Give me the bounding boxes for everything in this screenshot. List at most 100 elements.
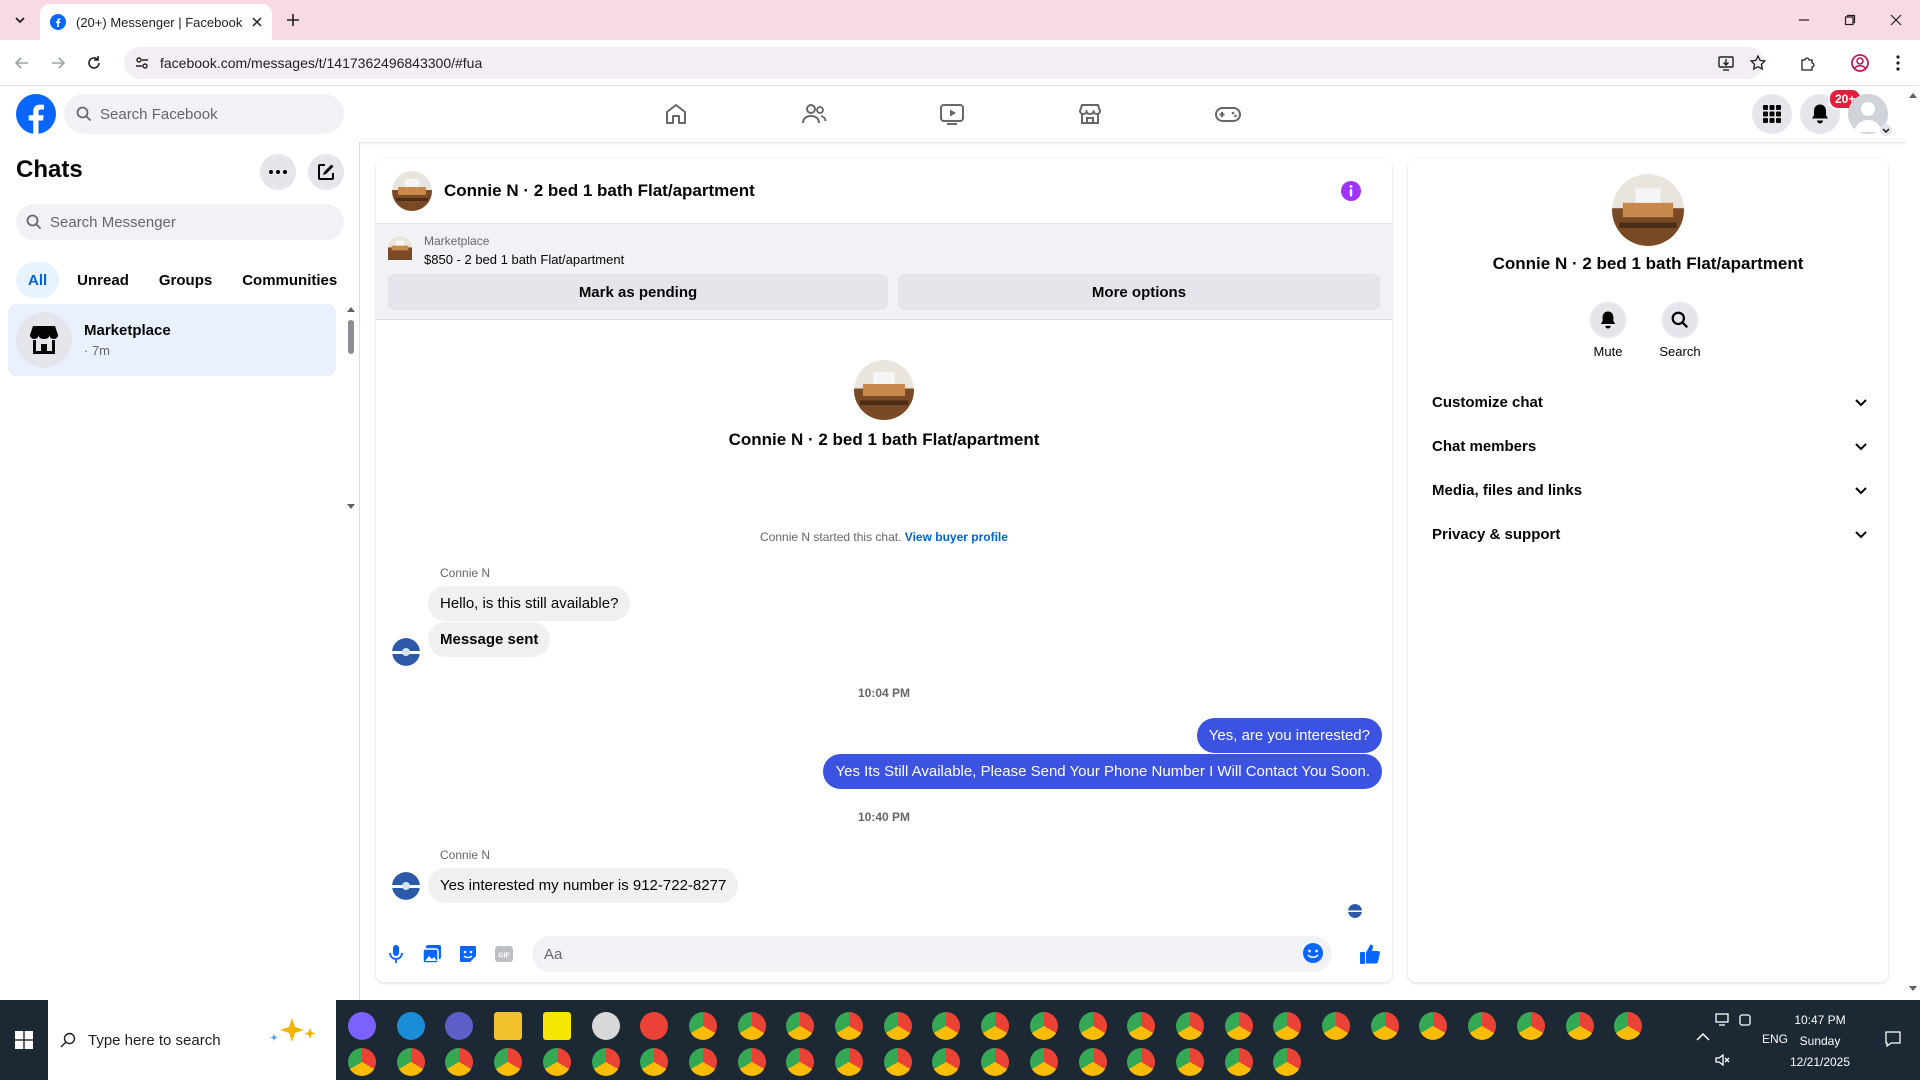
listing-avatar[interactable] [392, 170, 432, 211]
filter-tab-all[interactable]: All [16, 262, 60, 298]
message-input[interactable] [544, 945, 1332, 963]
intro-avatar[interactable] [854, 360, 914, 420]
taskbar-chrome-profile-icon[interactable] [688, 1012, 717, 1040]
menu-button[interactable] [1752, 94, 1792, 134]
sender-avatar[interactable] [392, 638, 420, 666]
taskbar-chrome-profile-icon[interactable] [932, 1048, 961, 1076]
mute-button[interactable]: Mute [1578, 302, 1638, 359]
taskbar-chrome-profile-icon[interactable] [1029, 1048, 1058, 1076]
chat-list-scrollbar[interactable] [344, 304, 358, 514]
taskbar-chrome-profile-icon[interactable] [1078, 1012, 1107, 1040]
network-icon[interactable] [1714, 1012, 1732, 1028]
forward-button[interactable] [46, 51, 70, 75]
taskbar-chrome-profile-icon[interactable] [1175, 1012, 1204, 1040]
site-info-icon[interactable] [134, 55, 150, 71]
taskbar-chrome-profile-icon[interactable] [494, 1048, 523, 1076]
view-buyer-profile-link[interactable]: View buyer profile [905, 530, 1008, 544]
taskbar-chrome-profile-icon[interactable] [688, 1048, 717, 1076]
taskbar-chrome-profile-icon[interactable] [883, 1048, 912, 1076]
messenger-search-box[interactable] [16, 204, 344, 240]
profile-button[interactable] [1848, 51, 1872, 75]
conversation-title[interactable]: Connie N · 2 bed 1 bath Flat/apartment [444, 181, 755, 201]
nav-marketplace[interactable] [1034, 94, 1146, 134]
taskbar-chrome-profile-icon[interactable] [883, 1012, 912, 1040]
new-message-button[interactable] [308, 154, 344, 190]
browser-tab[interactable]: (20+) Messenger | Facebook [40, 4, 272, 40]
incoming-message[interactable]: Hello, is this still available? [428, 586, 631, 621]
nav-friends[interactable] [758, 94, 870, 134]
taskbar-chrome-profile-icon[interactable] [1127, 1048, 1156, 1076]
taskbar-app2-icon[interactable] [591, 1012, 620, 1040]
send-like-button[interactable] [1358, 942, 1382, 966]
details-avatar[interactable] [1612, 174, 1684, 246]
taskbar-edge-icon[interactable] [396, 1012, 425, 1040]
taskbar-chrome-profile-icon[interactable] [981, 1048, 1010, 1076]
close-tab-icon[interactable] [252, 17, 262, 27]
scroll-up-icon[interactable] [347, 306, 355, 312]
chat-members-section[interactable]: Chat members [1416, 424, 1880, 468]
facebook-logo-icon[interactable] [16, 94, 56, 134]
conversation-info-button[interactable] [1340, 180, 1362, 202]
close-window-button[interactable] [1876, 6, 1916, 34]
taskbar-chrome-profile-icon[interactable] [786, 1048, 815, 1076]
taskbar-chrome-profile-icon[interactable] [640, 1048, 669, 1076]
taskbar-search-box[interactable]: Type here to search [48, 1000, 336, 1080]
incoming-message[interactable]: Message sent [428, 622, 551, 657]
taskbar-chrome-profile-icon[interactable] [1029, 1012, 1058, 1040]
taskbar-chrome-profile-icon[interactable] [1127, 1012, 1156, 1040]
taskbar-chrome-profile-icon[interactable] [737, 1048, 766, 1076]
sticker-button[interactable] [456, 942, 480, 966]
reload-button[interactable] [82, 51, 106, 75]
taskbar-explorer-icon[interactable] [494, 1012, 523, 1040]
outgoing-message[interactable]: Yes Its Still Available, Please Send You… [823, 754, 1382, 789]
taskbar-chrome-profile-icon[interactable] [591, 1048, 620, 1076]
browser-menu-button[interactable] [1886, 51, 1910, 75]
filter-tab-communities[interactable]: Communities [230, 262, 349, 298]
incoming-message[interactable]: Yes interested my number is 912-722-8277 [428, 868, 739, 903]
more-options-button[interactable]: More options [898, 274, 1380, 310]
bookmark-button[interactable] [1746, 51, 1770, 75]
taskbar-chrome-profile-icon[interactable] [1224, 1048, 1253, 1076]
meet-now-icon[interactable] [1738, 1012, 1752, 1028]
chats-options-button[interactable] [260, 154, 296, 190]
taskbar-chrome-profile-icon[interactable] [1370, 1012, 1399, 1040]
mark-as-pending-button[interactable]: Mark as pending [388, 274, 888, 310]
chevron-up-icon[interactable] [1696, 1032, 1710, 1042]
filter-tab-groups[interactable]: Groups [147, 262, 224, 298]
tab-search-button[interactable] [8, 8, 32, 32]
customize-chat-section[interactable]: Customize chat [1416, 380, 1880, 424]
message-input-box[interactable] [532, 936, 1332, 972]
scroll-up-icon[interactable] [1909, 92, 1917, 98]
page-scrollbar[interactable] [1906, 86, 1920, 1000]
listing-description[interactable]: $850 - 2 bed 1 bath Flat/apartment [424, 252, 624, 267]
nav-home[interactable] [620, 94, 732, 134]
taskbar-chrome-profile-icon[interactable] [737, 1012, 766, 1040]
taskbar-chrome-profile-icon[interactable] [835, 1048, 863, 1076]
facebook-search-box[interactable] [64, 94, 344, 134]
clock[interactable]: 10:47 PM Sunday 12/21/2025 [1780, 1010, 1860, 1073]
taskbar-chrome-profile-icon[interactable] [932, 1012, 961, 1040]
taskbar-chrome-profile-icon[interactable] [1224, 1012, 1253, 1040]
scroll-down-icon[interactable] [1909, 986, 1917, 992]
taskbar-chrome-profile-icon[interactable] [1516, 1012, 1545, 1040]
taskbar-chrome-profile-icon[interactable] [1175, 1048, 1204, 1076]
back-button[interactable] [10, 51, 34, 75]
voice-clip-button[interactable] [384, 942, 408, 966]
search-in-conversation-button[interactable]: Search [1650, 302, 1710, 359]
extensions-button[interactable] [1796, 51, 1820, 75]
taskbar-app-icon[interactable] [445, 1012, 474, 1040]
privacy-support-section[interactable]: Privacy & support [1416, 512, 1880, 556]
messenger-search-input[interactable] [50, 213, 320, 231]
chat-list-item[interactable]: Marketplace · 7m [8, 304, 336, 376]
taskbar-chrome-profile-icon[interactable] [1273, 1012, 1302, 1040]
taskbar-chrome-profile-icon[interactable] [1322, 1012, 1350, 1040]
taskbar-chrome-profile-icon[interactable] [348, 1048, 376, 1076]
notification-center-icon[interactable] [1884, 1030, 1902, 1048]
facebook-search-input[interactable] [100, 105, 320, 123]
scroll-down-icon[interactable] [347, 504, 355, 510]
taskbar-chrome-profile-icon[interactable] [1468, 1012, 1497, 1040]
nav-video[interactable] [896, 94, 1008, 134]
account-chevron-icon[interactable] [1880, 124, 1892, 136]
taskbar-chrome-profile-icon[interactable] [1078, 1048, 1107, 1076]
taskbar-chrome-profile-icon[interactable] [1614, 1012, 1643, 1040]
